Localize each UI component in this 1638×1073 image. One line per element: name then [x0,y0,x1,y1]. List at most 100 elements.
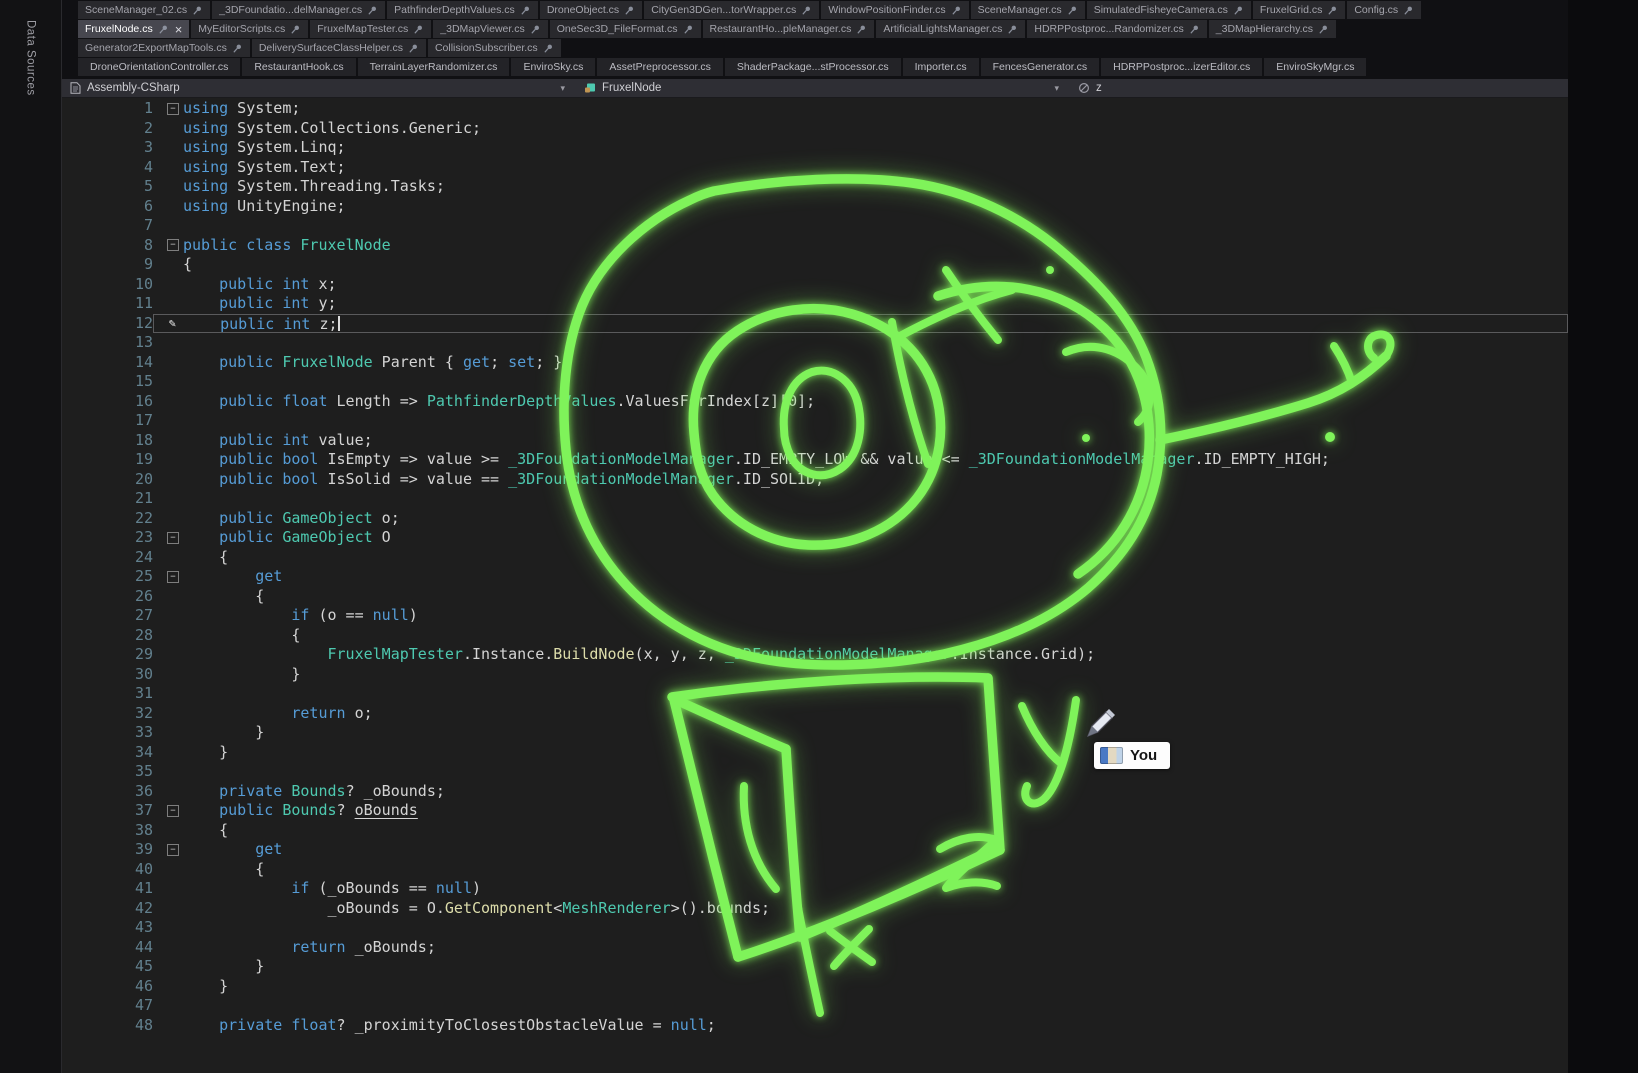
code-editor[interactable]: 1−using System;2using System.Collections… [62,99,1568,1073]
data-sources-tool-tab[interactable]: Data Sources [23,16,39,100]
code-text[interactable]: public Bounds? oBounds [183,801,1568,821]
code-text[interactable]: { [183,860,1568,880]
editor-tab-fruxelmaptester-cs[interactable]: FruxelMapTester.cs [310,20,431,38]
member-dropdown[interactable]: z [1068,79,1568,97]
pin-icon[interactable] [232,43,243,54]
editor-tab-enviroskymgr-cs[interactable]: EnviroSkyMgr.cs [1264,58,1366,76]
pin-icon[interactable] [801,5,812,16]
editor-tab-droneobject-cs[interactable]: DroneObject.cs [540,1,642,19]
code-text[interactable]: public int y; [183,294,1568,314]
code-text[interactable] [183,918,1568,938]
editor-tab-deliverysurfaceclasshelper-cs[interactable]: DeliverySurfaceClassHelper.cs [252,39,426,57]
code-text[interactable]: public float Length => PathfinderDepthVa… [183,392,1568,412]
editor-tab-fruxelgrid-cs[interactable]: FruxelGrid.cs [1253,1,1345,19]
editor-tab-collisionsubscriber-cs[interactable]: CollisionSubscriber.cs [428,39,561,57]
code-text[interactable]: public bool IsSolid => value == _3DFound… [183,470,1568,490]
code-text[interactable]: using System.Text; [183,158,1568,178]
code-text[interactable]: public int x; [183,275,1568,295]
editor-tab-myeditorscripts-cs[interactable]: MyEditorScripts.cs [191,20,308,38]
editor-tab-generator2exportmaptools-cs[interactable]: Generator2ExportMapTools.cs [78,39,250,57]
editor-tab--3dmapviewer-cs[interactable]: _3DMapViewer.cs [433,20,547,38]
code-text[interactable] [183,489,1568,509]
editor-tab-envirosky-cs[interactable]: EnviroSky.cs [511,58,595,76]
code-text[interactable] [183,372,1568,392]
pin-icon[interactable] [1318,24,1329,35]
fold-collapse-icon[interactable]: − [167,103,179,115]
editor-tab-restauranthook-cs[interactable]: RestaurantHook.cs [242,58,355,76]
code-text[interactable]: } [183,957,1568,977]
code-text[interactable]: { [183,626,1568,646]
editor-tab-hdrppostproc-randomizer-cs[interactable]: HDRPPostproc...Randomizer.cs [1027,20,1206,38]
code-text[interactable] [183,762,1568,782]
pin-icon[interactable] [951,5,962,16]
code-text[interactable]: if (o == null) [183,606,1568,626]
pin-icon[interactable] [158,24,169,35]
editor-tab-importer-cs[interactable]: Importer.cs [903,58,979,76]
fold-collapse-icon[interactable]: − [167,532,179,544]
code-text[interactable]: { [183,587,1568,607]
editor-tab-scenemanager-02-cs[interactable]: SceneManager_02.cs [78,1,210,19]
pin-icon[interactable] [367,5,378,16]
code-text[interactable]: public GameObject o; [183,509,1568,529]
code-text[interactable]: } [183,977,1568,997]
code-text[interactable] [183,411,1568,431]
code-text[interactable]: using System.Threading.Tasks; [183,177,1568,197]
code-text[interactable]: public class FruxelNode [183,236,1568,256]
editor-tab--3dfoundatio-delmanager-cs[interactable]: _3DFoundatio...delManager.cs [212,1,385,19]
editor-tab-assetpreprocessor-cs[interactable]: AssetPreprocessor.cs [597,58,723,76]
type-dropdown[interactable]: FruxelNode ▾ [574,79,1068,97]
code-text[interactable]: return o; [183,704,1568,724]
pin-icon[interactable] [408,43,419,54]
code-text[interactable]: } [183,723,1568,743]
pin-icon[interactable] [530,24,541,35]
code-text[interactable] [183,333,1568,353]
code-text[interactable]: get [183,567,1568,587]
code-text[interactable]: using System.Linq; [183,138,1568,158]
code-text[interactable]: { [183,548,1568,568]
code-text[interactable]: public bool IsEmpty => value >= _3DFound… [183,450,1568,470]
code-text[interactable]: return _oBounds; [183,938,1568,958]
editor-tab-citygen3dgen-torwrapper-cs[interactable]: CityGen3DGen...torWrapper.cs [644,1,819,19]
editor-tab-restaurantho-plemanager-cs[interactable]: RestaurantHo...pleManager.cs [703,20,875,38]
code-text[interactable]: FruxelMapTester.Instance.BuildNode(x, y,… [183,645,1568,665]
close-tab-icon[interactable]: × [175,23,183,36]
pin-icon[interactable] [543,43,554,54]
code-text[interactable]: { [183,821,1568,841]
editor-tab--3dmaphierarchy-cs[interactable]: _3DMapHierarchy.cs [1209,20,1336,38]
code-text[interactable]: using UnityEngine; [183,197,1568,217]
project-dropdown[interactable]: Assembly-CSharp ▾ [62,79,574,97]
code-text[interactable]: using System.Collections.Generic; [183,119,1568,139]
code-text[interactable]: using System; [183,99,1568,119]
editor-tab-hdrppostproc-izereditor-cs[interactable]: HDRPPostproc...izerEditor.cs [1101,58,1262,76]
code-text[interactable] [183,216,1568,236]
code-text[interactable]: public int value; [183,431,1568,451]
pin-icon[interactable] [413,24,424,35]
editor-tab-config-cs[interactable]: Config.cs [1347,1,1421,19]
pin-icon[interactable] [1189,24,1200,35]
code-text[interactable]: get [183,840,1568,860]
code-text[interactable] [183,996,1568,1016]
code-text[interactable]: public GameObject O [183,528,1568,548]
editor-tab-fencesgenerator-cs[interactable]: FencesGenerator.cs [981,58,1100,76]
editor-tab-terrainlayerrandomizer-cs[interactable]: TerrainLayerRandomizer.cs [358,58,510,76]
fold-collapse-icon[interactable]: − [167,571,179,583]
pin-icon[interactable] [1007,24,1018,35]
editor-tab-windowpositionfinder-cs[interactable]: WindowPositionFinder.cs [821,1,968,19]
pin-icon[interactable] [192,5,203,16]
fold-collapse-icon[interactable]: − [167,805,179,817]
code-text[interactable]: if (_oBounds == null) [183,879,1568,899]
code-text[interactable]: private float? _proximityToClosestObstac… [183,1016,1568,1036]
pin-icon[interactable] [1403,5,1414,16]
code-text[interactable]: _oBounds = O.GetComponent<MeshRenderer>(… [183,899,1568,919]
editor-tab-pathfinderdepthvalues-cs[interactable]: PathfinderDepthValues.cs [387,1,538,19]
editor-tab-artificiallightsmanager-cs[interactable]: ArtificialLightsManager.cs [876,20,1025,38]
fold-collapse-icon[interactable]: − [167,844,179,856]
pin-icon[interactable] [683,24,694,35]
pin-icon[interactable] [856,24,867,35]
code-text[interactable]: { [183,255,1568,275]
code-text[interactable] [183,684,1568,704]
pin-icon[interactable] [290,24,301,35]
pin-icon[interactable] [520,5,531,16]
code-text[interactable]: } [183,743,1568,763]
code-text[interactable]: private Bounds? _oBounds; [183,782,1568,802]
